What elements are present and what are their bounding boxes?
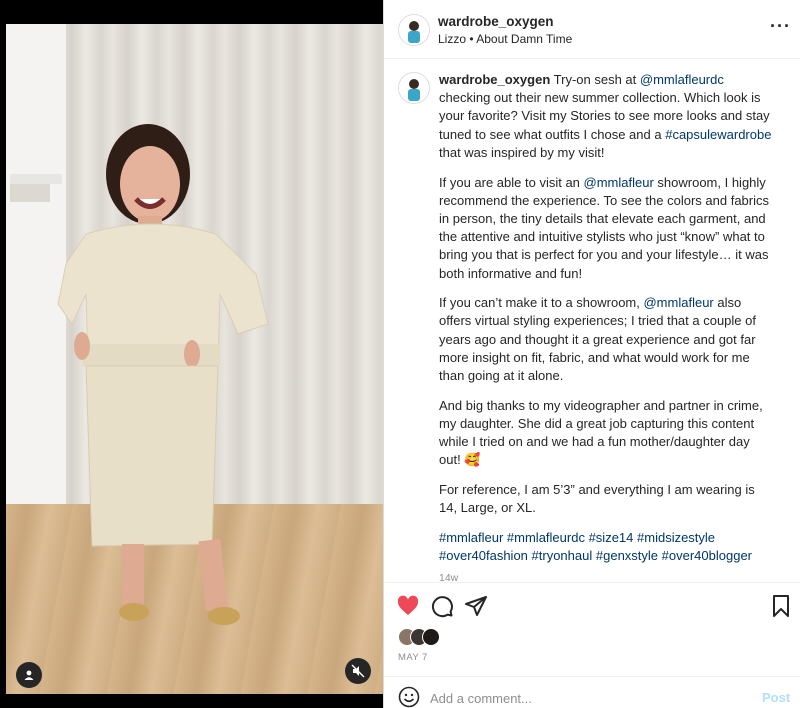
caption-text-run: If you are able to visit an: [439, 174, 584, 190]
caption-avatar[interactable]: [398, 72, 430, 104]
caption-text-run: And big thanks to my videographer and pa…: [439, 397, 763, 468]
post-button[interactable]: Post: [762, 690, 790, 705]
comment-input[interactable]: [430, 690, 730, 706]
caption-text-run: that was inspired by my visit!: [439, 144, 605, 160]
caption-username[interactable]: wardrobe_oxygen: [439, 72, 550, 87]
post-age: 14w: [439, 572, 459, 585]
comment-icon[interactable]: [430, 594, 454, 618]
bookmark-icon[interactable]: [769, 594, 793, 618]
avatar: [422, 628, 440, 646]
divider: [384, 582, 800, 583]
caption-text: wardrobe_oxygen Try-on sesh at @mmlafleu…: [439, 71, 774, 588]
muted-speaker-icon[interactable]: [345, 658, 371, 684]
hashtag-link[interactable]: #tryonhaul: [532, 548, 593, 563]
avatar[interactable]: [398, 14, 430, 46]
hashtag-link[interactable]: #genxstyle: [596, 548, 658, 563]
post-date: MAY 7: [398, 652, 428, 663]
caption-text-run: If you can’t make it to a showroom,: [439, 295, 644, 311]
caption-text-run: showroom, I highly recommend the experie…: [439, 174, 769, 281]
heart-filled-icon[interactable]: [396, 594, 420, 618]
hashtag-link[interactable]: #mmlafleurdc: [507, 530, 585, 545]
more-horizontal-icon[interactable]: ···: [770, 16, 791, 37]
media-panel: [0, 0, 383, 708]
caption-text-run: For reference, I am 5’3” and everything …: [439, 482, 755, 516]
hashtag-link[interactable]: #mmlafleur: [439, 530, 503, 545]
hashtag-link[interactable]: #capsulewardrobe: [665, 127, 771, 142]
post-video[interactable]: [6, 24, 383, 694]
post-details-panel: wardrobe_oxygen Lizzo • About Damn Time …: [383, 0, 800, 708]
hashtag-link[interactable]: #over40fashion: [439, 548, 528, 563]
comment-bar: Post: [384, 680, 800, 708]
share-icon[interactable]: [464, 594, 488, 618]
hashtag-link[interactable]: #size14: [589, 530, 634, 545]
divider: [384, 676, 800, 677]
instagram-post-window: wardrobe_oxygen Lizzo • About Damn Time …: [0, 0, 800, 708]
caption-area: wardrobe_oxygen Try-on sesh at @mmlafleu…: [384, 60, 800, 584]
mention-link[interactable]: @mmlafleurdc: [640, 72, 724, 87]
caption-text-run: Try-on sesh at: [553, 72, 640, 87]
mention-link[interactable]: @mmlafleur: [643, 295, 713, 310]
person-figure: [57, 124, 269, 625]
action-bar: [384, 588, 800, 620]
user-tag-icon[interactable]: [16, 662, 42, 688]
mention-link[interactable]: @mmlafleur: [584, 175, 654, 190]
audio-track-link[interactable]: Lizzo • About Damn Time: [438, 32, 572, 46]
username[interactable]: wardrobe_oxygen: [438, 14, 554, 29]
post-header: wardrobe_oxygen Lizzo • About Damn Time …: [384, 0, 800, 59]
liked-by-avatars[interactable]: [398, 628, 458, 646]
hashtag-link[interactable]: #over40blogger: [662, 548, 752, 563]
emoji-icon[interactable]: [398, 686, 420, 708]
hashtag-link[interactable]: #midsizestyle: [637, 530, 715, 545]
